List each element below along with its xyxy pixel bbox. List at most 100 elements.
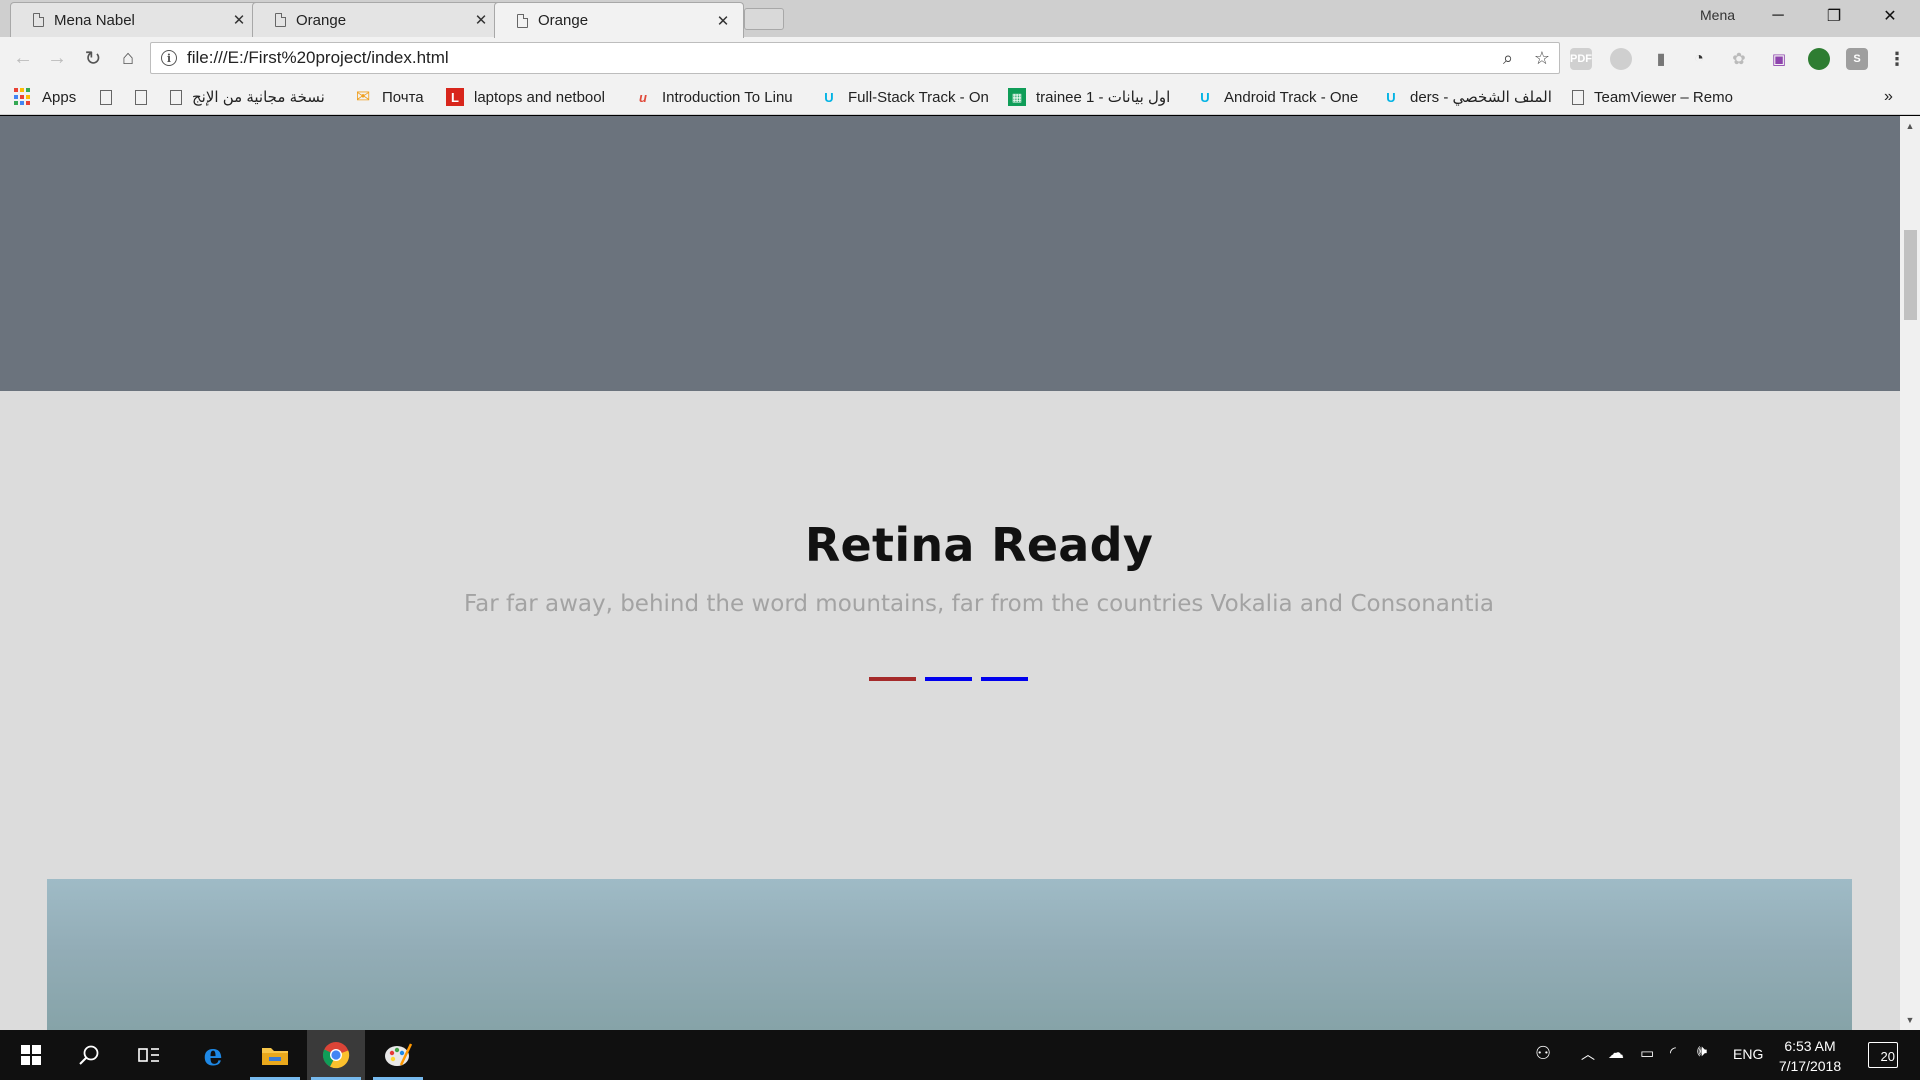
pdf-extension-icon[interactable]: PDF (1570, 48, 1592, 70)
taskbar-edge[interactable]: e (184, 1030, 242, 1080)
page-icon (275, 13, 286, 27)
page-icon (100, 89, 112, 105)
mail-icon: ✉ (355, 87, 371, 106)
tab-orange-active[interactable]: Orange ✕ (494, 2, 744, 38)
bookmark-item[interactable]: ✉ Почта (354, 85, 424, 109)
close-window-button[interactable]: ✕ (1862, 0, 1918, 32)
clock-date: 7/17/2018 (1778, 1058, 1842, 1074)
start-button[interactable] (2, 1030, 60, 1080)
page-icon (1572, 89, 1584, 105)
volume-icon[interactable]: 🕪 (1697, 1043, 1707, 1061)
restore-button[interactable]: ❐ (1806, 0, 1862, 32)
udacity-icon: U (1200, 89, 1210, 105)
page-viewport: Retina Ready Far far away, behind the wo… (0, 116, 1900, 1030)
divider-bar-1 (869, 677, 916, 681)
onedrive-icon[interactable]: ☁ (1608, 1043, 1624, 1063)
extension-icon[interactable] (1610, 48, 1632, 70)
puzzle-extension-icon[interactable]: ✿ (1728, 48, 1750, 70)
bookmark-label: نسخة مجانية من الإنج (192, 89, 325, 106)
minimize-button[interactable]: ─ (1750, 0, 1806, 32)
notification-count: 20 (1880, 1049, 1895, 1064)
close-icon[interactable]: ✕ (231, 11, 247, 29)
speed-extension-icon[interactable]: ◔ (1688, 48, 1710, 70)
new-tab-button[interactable] (744, 8, 784, 30)
udacity-icon: U (824, 89, 834, 105)
save-extension-icon[interactable]: ▣ (1768, 48, 1790, 70)
bookmark-apps[interactable]: Apps (14, 85, 76, 109)
bookmark-item[interactable]: TeamViewer – Remo (1572, 85, 1742, 109)
chrome-icon (322, 1042, 350, 1069)
bookmark-item[interactable]: U Android Track - One (1196, 85, 1366, 109)
bookmark-item[interactable]: L laptops and netbool (446, 85, 618, 109)
letter-l-icon: L (446, 88, 464, 106)
bookmark-label: trainee 1 - اول بيانات (1036, 89, 1171, 106)
tab-title: Mena Nabel (54, 11, 135, 29)
wifi-icon[interactable]: ◜ (1670, 1043, 1676, 1061)
bookmark-label: الملف الشخصي - ders (1410, 89, 1552, 106)
feature-image (47, 879, 1852, 1030)
taskbar-chrome[interactable] (307, 1030, 365, 1080)
bookmark-extension-icon[interactable]: ▮ (1650, 48, 1672, 70)
battery-icon[interactable]: ▭ (1640, 1044, 1654, 1062)
taskbar-clock[interactable]: 6:53 AM 7/17/2018 (1770, 1036, 1850, 1076)
bookmark-label: laptops and netbool (474, 88, 605, 106)
taskbar-paint[interactable] (369, 1030, 427, 1080)
bookmark-item[interactable]: U Full-Stack Track - On (820, 85, 992, 109)
tab-mena-nabel[interactable]: Mena Nabel ✕ (10, 2, 260, 37)
scroll-up-arrow-icon[interactable]: ▲ (1900, 116, 1920, 136)
bookmark-label: Introduction To Linu (662, 88, 793, 106)
address-url[interactable]: file:///E:/First%20project/index.html (187, 48, 1491, 68)
close-icon[interactable]: ✕ (715, 12, 731, 30)
paint-palette-icon (385, 1043, 413, 1066)
home-button[interactable]: ⌂ (115, 45, 141, 71)
task-view-button[interactable] (120, 1030, 178, 1080)
reload-button[interactable]: ↻ (80, 45, 106, 71)
page-scrollbar[interactable]: ▲ ▼ (1900, 116, 1920, 1030)
bookmark-item[interactable] (135, 85, 157, 109)
search-button[interactable] (60, 1030, 118, 1080)
tab-orange[interactable]: Orange ✕ (252, 2, 502, 37)
page-icon (135, 89, 147, 105)
s-extension-icon[interactable]: S (1846, 48, 1868, 70)
taskbar-file-explorer[interactable] (246, 1030, 304, 1080)
show-hidden-icons-icon[interactable]: ︿ (1581, 1044, 1595, 1064)
bookmark-item[interactable]: ▦ trainee 1 - اول بيانات (1008, 85, 1178, 109)
page-icon (170, 89, 182, 105)
scroll-down-arrow-icon[interactable]: ▼ (1900, 1010, 1920, 1030)
profile-name[interactable]: Mena (1700, 7, 1735, 23)
people-icon[interactable]: ⚇ (1535, 1043, 1551, 1064)
action-center-button[interactable]: 20 (1868, 1042, 1898, 1068)
search-icon (79, 1045, 99, 1065)
bookmarks-bar: Apps نسخة مجانية من الإنج ✉ Почта L lapt… (0, 79, 1920, 115)
menu-icon[interactable]: ⋮ (1886, 48, 1908, 70)
task-view-icon (138, 1048, 159, 1062)
windows-logo-icon (21, 1045, 41, 1065)
page-icon (33, 13, 44, 27)
close-icon[interactable]: ✕ (473, 11, 489, 29)
divider-bar-2 (925, 677, 972, 681)
folder-icon (262, 1048, 288, 1065)
scroll-thumb[interactable] (1904, 230, 1917, 320)
bookmark-item[interactable]: نسخة مجانية من الإنج (170, 85, 340, 109)
bookmark-item[interactable] (100, 85, 122, 109)
bookmark-item[interactable]: u Introduction To Linu (634, 85, 804, 109)
bookmark-star-icon[interactable]: ☆ (1525, 48, 1559, 69)
bookmark-label: TeamViewer – Remo (1594, 88, 1733, 106)
language-indicator[interactable]: ENG (1733, 1046, 1763, 1062)
clock-time: 6:53 AM (1784, 1038, 1836, 1054)
forward-button[interactable]: → (44, 45, 70, 71)
globe-extension-icon[interactable] (1808, 48, 1830, 70)
more-bookmarks-button[interactable]: » (1884, 85, 1893, 109)
browser-tab-strip: Mena Nabel ✕ Orange ✕ Orange ✕ Mena ─ ❐ … (0, 0, 1920, 38)
bookmark-item[interactable]: U الملف الشخصي - ders (1382, 85, 1554, 109)
windows-taskbar: e ⚇ ︿ ☁ ▭ ◜ 🕪 ENG 6:53 AM 7/17/2018 20 (0, 1030, 1920, 1080)
info-icon[interactable]: i (161, 50, 177, 66)
back-button[interactable]: ← (10, 45, 36, 71)
edge-icon: e (203, 1037, 223, 1073)
zoom-icon[interactable]: ⌕ (1491, 48, 1525, 69)
udacity-icon: U (1386, 89, 1396, 105)
bookmark-label: Почта (382, 88, 424, 106)
hero-section (0, 116, 1900, 391)
address-bar[interactable]: i file:///E:/First%20project/index.html … (150, 42, 1560, 74)
browser-toolbar: ← → ↻ ⌂ i file:///E:/First%20project/ind… (0, 37, 1920, 79)
